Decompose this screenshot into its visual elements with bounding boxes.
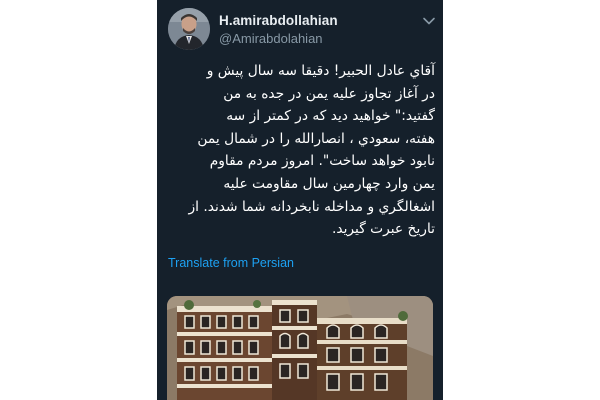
tweet-text: آقاي عادل الحبير! دقيقا سه سال پيش و در … [188,63,435,238]
translate-link[interactable]: Translate from Persian [168,256,294,270]
avatar[interactable] [168,8,210,50]
avatar-photo [168,8,210,50]
tweet-card: H.amirabdollahian @Amirabdolahian آقاي ع… [157,0,443,400]
chevron-down-icon[interactable] [421,12,437,25]
building-photo [167,296,433,400]
tweet-photo[interactable] [167,296,433,400]
user-handle[interactable]: @Amirabdolahian [219,31,323,46]
display-name[interactable]: H.amirabdollahian [219,13,338,28]
